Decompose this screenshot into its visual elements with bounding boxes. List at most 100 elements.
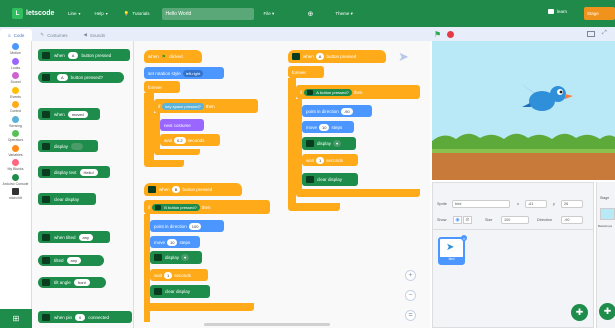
delete-sprite-icon[interactable]: × [461, 235, 467, 241]
block-input[interactable]: 10 [167, 238, 178, 246]
if-a-pressed-block[interactable]: if A button pressed? then [296, 85, 420, 99]
logo[interactable]: L letscode [12, 8, 68, 19]
led-matrix-icon[interactable] [71, 142, 84, 150]
category-arduino[interactable]: Arduino Console [0, 173, 31, 186]
palette-block-when-pin[interactable]: when pin 0 connected [38, 311, 132, 323]
wait-block[interactable]: wait 0.2 seconds [160, 134, 220, 146]
palette-block-clear-display[interactable]: clear display [38, 193, 96, 205]
block-dropdown[interactable]: moved [67, 110, 88, 118]
move-steps-block[interactable]: move 10 steps [302, 121, 354, 133]
block-dropdown[interactable]: 0 [75, 313, 86, 321]
block-input[interactable]: 1 [316, 156, 325, 164]
workspace-scrollbar[interactable] [204, 323, 330, 326]
y-position-input[interactable]: 26 [561, 200, 583, 208]
project-title-input[interactable]: Hello World [161, 7, 254, 20]
block-dropdown[interactable]: A [316, 90, 319, 95]
block-dropdown[interactable]: front [73, 279, 90, 286]
category-events[interactable]: Events [0, 86, 31, 99]
tab-sounds[interactable]: ◀ Sounds [75, 29, 113, 41]
palette-block-display[interactable]: display [38, 140, 98, 152]
category-my-blocks[interactable]: My Blocks [0, 159, 31, 172]
wait-block[interactable]: wait 1 seconds [302, 154, 358, 166]
learn-button[interactable]: learn [548, 9, 567, 14]
block-dropdown[interactable]: left-right [182, 69, 204, 77]
block-dropdown[interactable]: space [173, 104, 184, 109]
block-input[interactable]: 1 [164, 271, 173, 279]
block-input[interactable]: Hello! [79, 168, 98, 176]
next-costume-block[interactable]: next costume [160, 119, 204, 131]
category-sound[interactable]: Sound [0, 72, 31, 85]
block-dropdown[interactable]: B [164, 205, 167, 210]
palette-block-display-text[interactable]: display text Hello! [38, 166, 110, 178]
category-control[interactable]: Control [0, 101, 31, 114]
add-sprite-button[interactable]: ✚ [571, 304, 588, 321]
heart-led-icon[interactable]: ♥ [181, 254, 190, 261]
category-motion[interactable]: Motion [0, 43, 31, 56]
when-a-button-hat-block[interactable]: when Abutton pressed [288, 50, 386, 63]
stage-canvas[interactable] [432, 41, 615, 180]
heart-led-icon[interactable]: ♥ [333, 140, 342, 147]
add-extension-button[interactable]: ⊞ [0, 309, 32, 328]
clear-display-block[interactable]: clear display [302, 173, 358, 186]
key-pressed-condition[interactable]: key space pressed? [162, 102, 204, 110]
file-menu[interactable]: File ▾ [264, 11, 294, 17]
theme-menu[interactable]: Theme ▾ [335, 11, 353, 17]
if-b-pressed-block[interactable]: if B button pressed? then [144, 200, 270, 214]
category-looks[interactable]: Looks [0, 57, 31, 70]
direction-input[interactable]: -90 [561, 216, 583, 224]
category-variables[interactable]: Variables [0, 144, 31, 157]
x-position-input[interactable]: -61 [525, 200, 547, 208]
show-hidden-icon[interactable]: ⊘ [463, 216, 472, 224]
palette-block-button-pressed[interactable]: Abutton pressed? [38, 72, 124, 83]
forever-block[interactable]: forever [288, 66, 324, 78]
stage-mode-button[interactable]: Stage [584, 7, 615, 20]
zoom-reset-icon[interactable]: = [405, 310, 416, 321]
category-operators[interactable]: Operators [0, 130, 31, 143]
if-key-pressed-block[interactable]: if key space pressed? then [154, 99, 258, 113]
block-dropdown[interactable]: A [315, 53, 325, 60]
wait-block[interactable]: wait 1 seconds [150, 269, 208, 281]
small-stage-icon[interactable] [587, 31, 595, 37]
forever-block[interactable]: forever [144, 81, 180, 93]
button-pressed-condition[interactable]: B button pressed? [152, 203, 200, 211]
category-microbit[interactable]: micro:bit [0, 188, 31, 201]
language-globe-icon[interactable]: ⊕ [308, 10, 314, 18]
sprite-name-input[interactable]: bird [452, 200, 510, 208]
block-dropdown[interactable]: B [171, 186, 181, 193]
palette-block-tilted[interactable]: tilted any [38, 255, 104, 266]
button-pressed-condition[interactable]: A button pressed? [304, 88, 352, 96]
display-block[interactable]: display ♥ [150, 251, 202, 264]
tutorials-button[interactable]: 💡 Tutorials [124, 11, 150, 17]
size-input[interactable]: 100 [501, 216, 529, 224]
block-input[interactable]: 10 [319, 123, 330, 131]
tab-costumes[interactable]: ✎ Costumes [32, 29, 75, 41]
point-in-direction-block[interactable]: point in direction -90 [302, 105, 372, 117]
when-b-button-hat-block[interactable]: when Bbutton pressed [144, 183, 242, 196]
add-backdrop-button[interactable]: ✚ [599, 303, 615, 320]
clear-display-block[interactable]: clear display [150, 285, 210, 298]
block-dropdown[interactable]: any [66, 257, 81, 264]
code-workspace[interactable]: when ⚑ clicked set rotation style left-righ… [134, 41, 430, 328]
full-screen-icon[interactable]: ⤢ [602, 30, 607, 37]
stage-backdrop-thumbnail[interactable] [600, 208, 615, 220]
block-dropdown[interactable]: A [67, 51, 79, 59]
sprite-thumbnail[interactable]: ➤ bird [438, 237, 465, 265]
tab-code[interactable]: ≡ Code [0, 29, 33, 41]
category-sensing[interactable]: Sensing [0, 115, 31, 128]
zoom-in-icon[interactable]: + [405, 270, 416, 281]
palette-block-when-moved[interactable]: when moved [38, 108, 100, 120]
menu-help[interactable]: Help ▾ [95, 11, 108, 16]
stop-icon[interactable] [447, 30, 455, 38]
block-input[interactable]: 100 [188, 222, 202, 230]
menu-line[interactable]: Line ▾ [68, 11, 81, 16]
set-rotation-style-block[interactable]: set rotation style left-right [144, 67, 224, 79]
green-flag-icon[interactable]: ⚑ [434, 30, 441, 39]
when-flag-clicked-block[interactable]: when ⚑ clicked [144, 50, 202, 63]
block-input[interactable]: -90 [340, 107, 353, 115]
show-visible-icon[interactable]: ◉ [453, 216, 462, 224]
point-in-direction-block[interactable]: point in direction 100 [150, 220, 224, 232]
palette-block-tilt-angle[interactable]: tilt angle front [38, 277, 106, 288]
move-steps-block[interactable]: move 10 steps [150, 236, 200, 248]
palette-block-when-button[interactable]: when Abutton pressed [38, 49, 130, 61]
block-dropdown[interactable]: A [57, 74, 68, 81]
